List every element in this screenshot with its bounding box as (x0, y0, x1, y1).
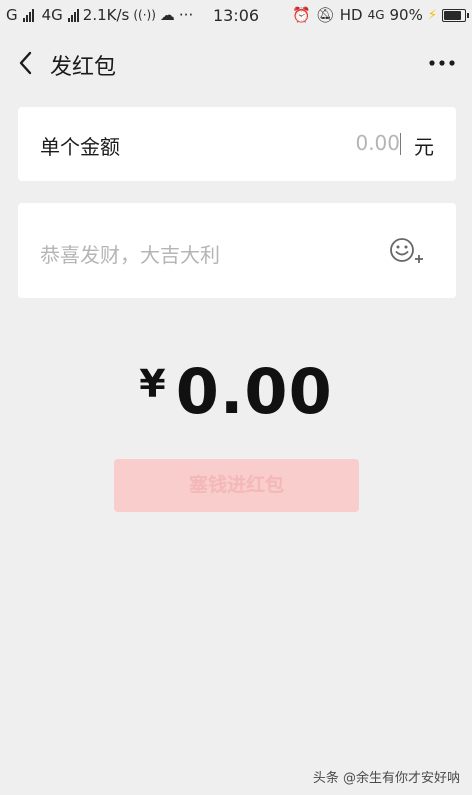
status-right: ⏰ 🔕︎ HD 4G 90% ⚡ (292, 6, 469, 24)
hd-badge: HD (339, 6, 363, 24)
currency-symbol: ¥ (139, 362, 166, 406)
amount-label: 单个金额 (40, 135, 120, 159)
network-type: 4G (367, 8, 385, 22)
total-value: 0.00 (175, 355, 333, 428)
more-icon[interactable] (428, 57, 456, 69)
status-bar: G 4G 2.1K/s ((·)) ☁ ··· 13:06 ⏰ 🔕︎ HD 4G… (0, 0, 472, 32)
back-icon[interactable] (14, 49, 42, 77)
total-amount: ¥0.00 (0, 355, 472, 428)
watermark: 头条 @余生有你才安好呐 (312, 771, 460, 786)
battery-icon (442, 8, 469, 22)
greeting-input[interactable]: 恭喜发财，大吉大利 (40, 239, 220, 268)
alarm-icon: ⏰ (292, 6, 311, 24)
nav-bar: 发红包 (0, 32, 472, 94)
amount-input[interactable]: 0.00 (355, 131, 400, 155)
amount-card: 单个金额 0.00 元 (18, 107, 456, 181)
send-red-packet-button[interactable]: 塞钱进红包 (114, 459, 359, 512)
text-caret (400, 133, 401, 155)
emoji-add-icon[interactable] (388, 235, 424, 267)
amount-unit: 元 (414, 135, 434, 159)
mute-bell-icon: 🔕︎ (315, 6, 335, 24)
message-card: 恭喜发财，大吉大利 (18, 203, 456, 298)
battery-percent: 90% (389, 6, 423, 24)
page-title: 发红包 (50, 55, 117, 80)
charging-icon: ⚡ (427, 7, 437, 23)
